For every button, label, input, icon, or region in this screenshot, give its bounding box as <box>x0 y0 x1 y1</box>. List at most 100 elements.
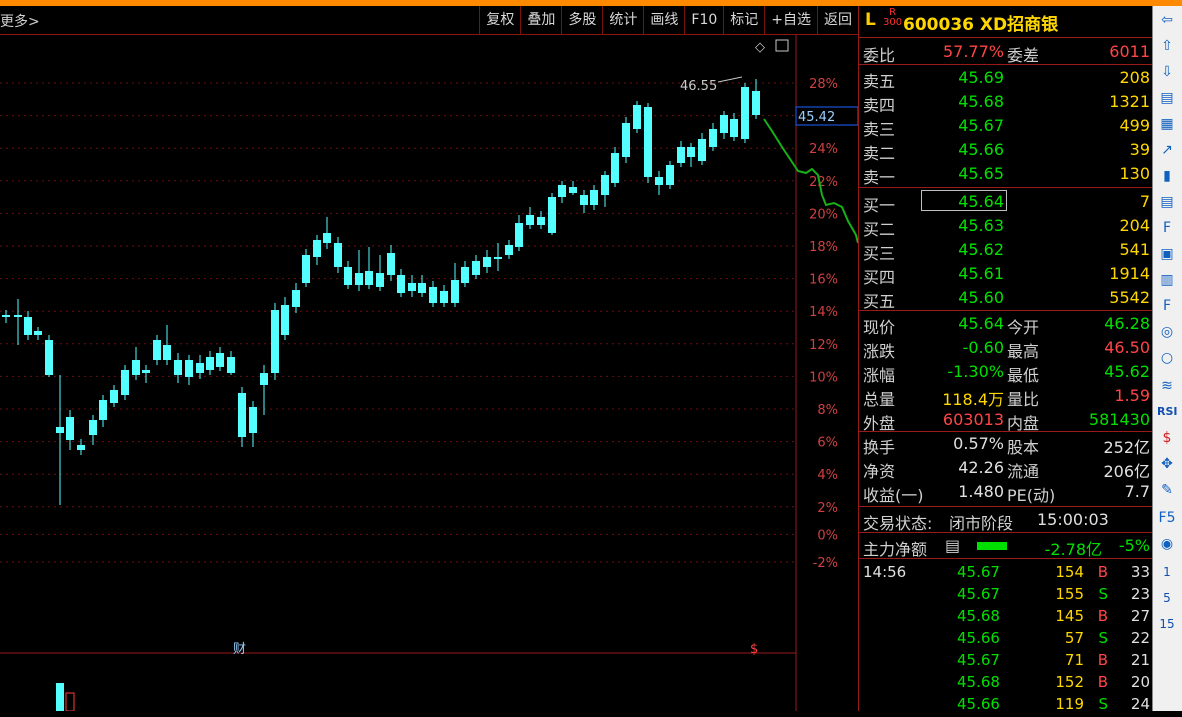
toolbar-button[interactable]: 标记 <box>723 6 764 34</box>
candle-body <box>89 420 97 435</box>
candle-body <box>249 407 257 433</box>
down-arrow-icon[interactable]: ⇩ <box>1157 62 1177 82</box>
dollar-icon[interactable]: $ <box>1157 428 1177 448</box>
toolbar-button[interactable]: 复权 <box>479 6 520 34</box>
tick-volume: 145 <box>1055 607 1084 625</box>
stats-row: 涨跌 -0.60 最高 46.50 <box>859 336 1152 361</box>
main-force-bar <box>977 542 1007 550</box>
candle-body <box>185 360 193 377</box>
stat-label: 涨跌 <box>863 342 896 361</box>
percent-tick-label: 4% <box>817 468 838 483</box>
stat-value: 581430 <box>1088 410 1150 429</box>
more-menu[interactable]: 更多> <box>0 11 40 31</box>
sell-label: 卖四 <box>863 96 896 115</box>
tick-price: 45.67 <box>957 651 1000 669</box>
f5-icon[interactable]: F5 <box>1157 508 1177 528</box>
candle-body <box>741 87 749 139</box>
sell-row: 卖三 45.67 499 <box>859 114 1152 139</box>
candle-body <box>281 305 289 335</box>
book-icon[interactable]: ▥ <box>1157 270 1177 290</box>
trend-icon[interactable]: ↗ <box>1157 140 1177 160</box>
divider <box>859 310 1152 311</box>
kline-chart[interactable]: 28%26%24%22%20%18%16%14%12%10%8%6%4%2%0%… <box>0 35 858 711</box>
buy-row: 买三 45.62 541 <box>859 238 1152 263</box>
toolbar-button[interactable]: 叠加 <box>520 6 561 34</box>
window-icon <box>775 39 789 52</box>
fx-icon[interactable]: ◎ <box>1157 322 1177 342</box>
diamond-icon: ◇ <box>755 40 765 55</box>
event-marker: $ <box>750 642 758 657</box>
up-arrow-icon[interactable]: ⇧ <box>1157 36 1177 56</box>
period-1[interactable]: 1 <box>1157 562 1177 582</box>
sell-price: 45.69 <box>958 68 1004 87</box>
period-5[interactable]: 5 <box>1157 588 1177 608</box>
status-value: 闭市阶段 <box>949 514 1014 533</box>
main-force-value: -2.78亿 <box>1044 540 1102 559</box>
buy-volume: 5542 <box>1109 288 1150 307</box>
candle-body <box>355 273 363 285</box>
quote-header: L R 300 600036 XD招商银 <box>859 6 1152 36</box>
candle-body <box>216 353 224 367</box>
list-icon[interactable]: ▤ <box>945 536 960 555</box>
f-icon[interactable]: F <box>1157 296 1177 316</box>
tick-count: 27 <box>1130 607 1150 625</box>
sell-label: 卖三 <box>863 120 896 139</box>
buy-price: 45.62 <box>958 240 1004 259</box>
stat-value: 252亿 <box>1103 438 1150 457</box>
stock-code-name[interactable]: 600036 XD招商银 <box>903 10 1058 35</box>
divider <box>859 532 1152 533</box>
stats2-row: 净资 42.26 流通 206亿 <box>859 456 1152 481</box>
tick-time: 14:56 <box>863 563 907 581</box>
sell-label: 卖五 <box>863 72 896 91</box>
percent-tick-label: 24% <box>809 142 838 157</box>
pencil-icon[interactable]: ✎ <box>1157 480 1177 500</box>
tick-price: 45.66 <box>957 629 1000 647</box>
tick-row: 45.67 71 B 21 <box>859 649 1152 673</box>
percent-tick-label: 8% <box>817 403 838 418</box>
toolbar-button[interactable]: +自选 <box>764 6 817 34</box>
toolbar-button[interactable]: 统计 <box>602 6 643 34</box>
toolbar-button[interactable]: F10 <box>684 6 723 34</box>
report-icon[interactable]: ▤ <box>1157 192 1177 212</box>
tick-side: B <box>1097 563 1108 581</box>
divider <box>859 558 1152 559</box>
candle-body <box>655 177 663 185</box>
toolbar-button[interactable]: 多股 <box>561 6 602 34</box>
stat-value: 1.480 <box>958 482 1004 501</box>
grid-icon[interactable]: ▦ <box>1157 114 1177 134</box>
list-icon[interactable]: ▤ <box>1157 88 1177 108</box>
move-icon[interactable]: ✥ <box>1157 454 1177 474</box>
rsi-icon[interactable]: RSI <box>1157 402 1178 422</box>
stats-row: 总量 118.4万 量比 1.59 <box>859 384 1152 409</box>
volume-bar <box>56 683 64 711</box>
wave-icon[interactable]: ≋ <box>1157 376 1177 396</box>
candle-body <box>558 185 566 197</box>
tick-price: 45.67 <box>957 585 1000 603</box>
candle-body <box>206 357 214 370</box>
divider <box>859 187 1152 188</box>
f10-icon[interactable]: F <box>1157 218 1177 238</box>
refresh-icon[interactable]: ◉ <box>1157 534 1177 554</box>
weibi-row: 委比 57.77% 委差 6011 <box>859 40 1152 65</box>
candle-body <box>56 427 64 433</box>
candle-body <box>472 261 480 275</box>
kline-svg[interactable]: 28%26%24%22%20%18%16%14%12%10%8%6%4%2%0%… <box>0 35 858 711</box>
period-15[interactable]: 15 <box>1157 614 1177 634</box>
stat-value: 7.7 <box>1124 482 1150 501</box>
percent-tick-label: 20% <box>809 207 838 222</box>
sell-volume: 39 <box>1129 140 1150 159</box>
toolbar-button[interactable]: 返回 <box>817 6 858 34</box>
kline-icon[interactable]: ▮ <box>1157 166 1177 186</box>
candle-body <box>666 165 674 185</box>
toolbar-button[interactable]: 画线 <box>643 6 684 34</box>
chart-icon[interactable]: ▣ <box>1157 244 1177 264</box>
stats-row: 现价 45.64 今开 46.28 <box>859 312 1152 337</box>
sell-price: 45.67 <box>958 116 1004 135</box>
left-arrow-icon[interactable]: ⇦ <box>1157 10 1177 30</box>
tick-count: 33 <box>1130 563 1150 581</box>
candle-body <box>110 390 118 403</box>
stat-value: 0.57% <box>953 434 1004 453</box>
candle-body <box>461 267 469 283</box>
circle-icon[interactable]: ○ <box>1157 348 1177 368</box>
divider <box>859 64 1152 65</box>
